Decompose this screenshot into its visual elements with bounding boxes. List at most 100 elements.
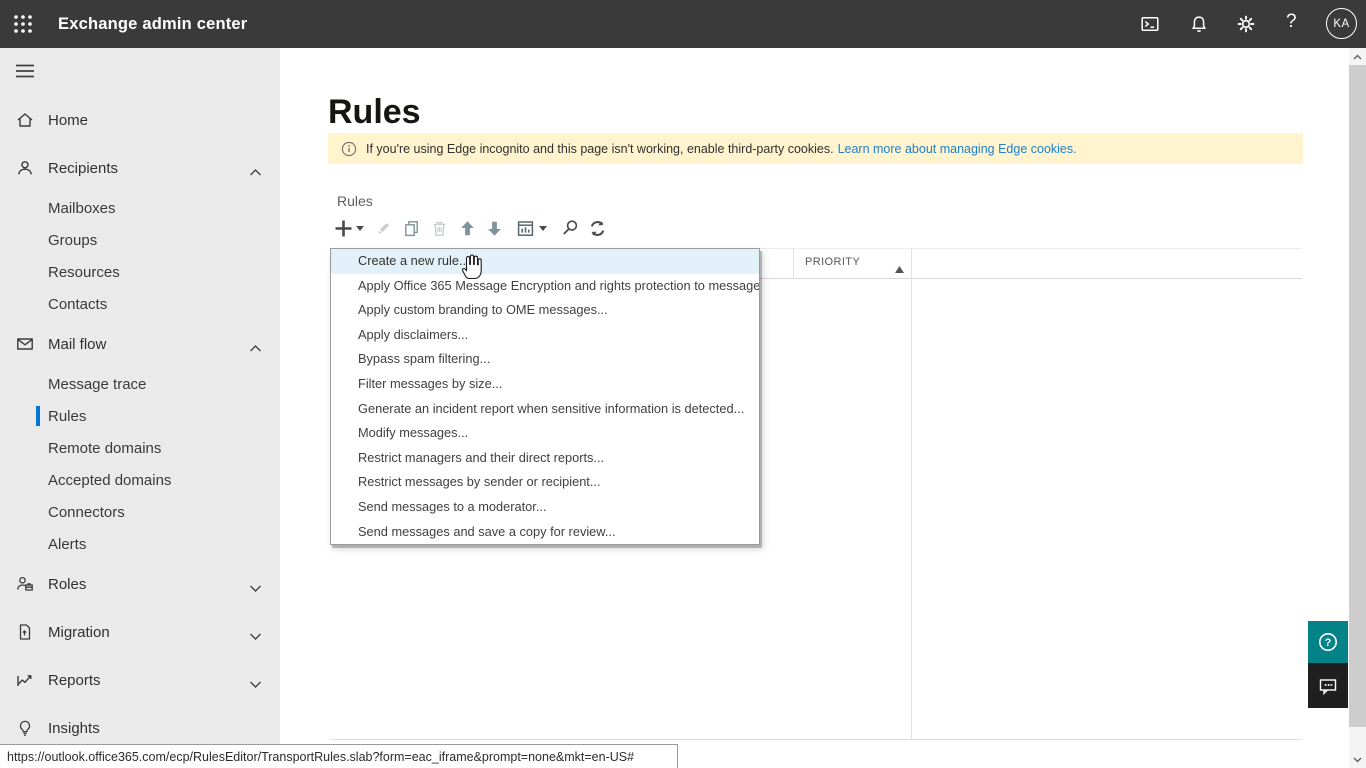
sidebar-item-rules[interactable]: Rules xyxy=(0,400,280,432)
help-floating-button[interactable]: ? xyxy=(1308,621,1348,663)
chevron-down-icon xyxy=(249,580,262,592)
sidebar-item-contacts[interactable]: Contacts xyxy=(0,288,280,320)
sidebar-item-message-trace[interactable]: Message trace xyxy=(0,368,280,400)
page-title: Rules xyxy=(328,92,421,131)
vertical-scrollbar[interactable] xyxy=(1349,48,1366,768)
reports-chart-icon xyxy=(15,670,35,690)
table-column-separator xyxy=(793,249,794,278)
delete-trash-button[interactable] xyxy=(430,219,449,238)
sidebar-item-mail-flow[interactable]: Mail flow xyxy=(0,320,280,368)
sidebar-item-migration[interactable]: Migration xyxy=(0,608,280,656)
menu-item-apply-disclaimers[interactable]: Apply disclaimers... xyxy=(331,323,759,348)
priority-column-header[interactable]: PRIORITY xyxy=(805,256,860,268)
home-icon xyxy=(15,110,35,130)
sidebar-item-recipients[interactable]: Recipients xyxy=(0,144,280,192)
person-icon xyxy=(15,158,35,178)
sidebar-item-label: Mailboxes xyxy=(48,199,116,217)
scroll-down-button[interactable] xyxy=(1349,751,1366,768)
sidebar-item-label: Accepted domains xyxy=(48,471,172,489)
rule-report-box-button[interactable] xyxy=(516,219,535,238)
move-up-button[interactable] xyxy=(458,219,477,238)
new-rule-plus-button[interactable] xyxy=(334,219,353,238)
feedback-bubble-icon xyxy=(1319,678,1337,695)
menu-item-bypass-spam-filtering[interactable]: Bypass spam filtering... xyxy=(331,347,759,372)
report-dropdown-caret-icon[interactable] xyxy=(539,225,547,231)
list-title: Rules xyxy=(337,193,373,209)
scroll-up-button[interactable] xyxy=(1349,48,1366,65)
sidebar-item-accepted-domains[interactable]: Accepted domains xyxy=(0,464,280,496)
avatar[interactable]: KA xyxy=(1326,8,1357,39)
menu-item-restrict-managers-direct-reports[interactable]: Restrict managers and their direct repor… xyxy=(331,446,759,471)
sidebar-item-roles[interactable]: Roles xyxy=(0,560,280,608)
sidebar-item-label: Rules xyxy=(48,407,87,425)
topbar: Exchange admin center ? KA xyxy=(0,0,1366,48)
sidebar-item-label: Recipients xyxy=(48,159,119,177)
sidebar-item-label: Migration xyxy=(48,623,110,641)
sidebar-item-connectors[interactable]: Connectors xyxy=(0,496,280,528)
sidebar-item-label: Alerts xyxy=(48,535,87,553)
menu-item-restrict-by-sender-recipient[interactable]: Restrict messages by sender or recipient… xyxy=(331,470,759,495)
powershell-terminal-icon[interactable] xyxy=(1140,14,1160,34)
sidebar-item-label: Mail flow xyxy=(48,335,107,353)
sidebar-item-label: Home xyxy=(48,111,89,129)
menu-item-generate-incident-report[interactable]: Generate an incident report when sensiti… xyxy=(331,397,759,422)
new-rule-dropdown-caret-icon[interactable] xyxy=(356,225,364,231)
sidebar-item-label: Connectors xyxy=(48,503,125,521)
table-bottom-border xyxy=(330,739,1302,740)
sidebar-item-label: Insights xyxy=(48,719,100,737)
menu-item-modify-messages[interactable]: Modify messages... xyxy=(331,421,759,446)
menu-item-filter-messages-by-size[interactable]: Filter messages by size... xyxy=(331,372,759,397)
help-glyph: ? xyxy=(1325,637,1332,649)
sidebar-item-label: Resources xyxy=(48,263,120,281)
chevron-down-icon xyxy=(249,676,262,688)
edit-pencil-button[interactable] xyxy=(374,219,393,238)
info-icon xyxy=(341,141,357,157)
migration-page-icon xyxy=(15,622,35,642)
left-nav: Home Recipients Mailboxes Groups Resourc… xyxy=(0,48,280,768)
waffle-grid-icon xyxy=(14,15,32,33)
nav-collapse-row xyxy=(0,48,280,96)
sort-ascending-icon xyxy=(895,260,904,278)
info-banner: If you're using Edge incognito and this … xyxy=(328,133,1303,164)
menu-item-send-and-save-copy[interactable]: Send messages and save a copy for review… xyxy=(331,520,759,545)
sidebar-item-remote-domains[interactable]: Remote domains xyxy=(0,432,280,464)
search-icon[interactable] xyxy=(560,218,580,238)
lightbulb-icon xyxy=(15,718,35,738)
sidebar-item-resources[interactable]: Resources xyxy=(0,256,280,288)
sidebar-item-label: Groups xyxy=(48,231,98,249)
new-rule-dropdown-menu: Create a new rule... Apply Office 365 Me… xyxy=(330,248,760,546)
menu-item-create-new-rule[interactable]: Create a new rule... xyxy=(331,249,759,274)
menu-item-apply-custom-branding[interactable]: Apply custom branding to OME messages... xyxy=(331,298,759,323)
sidebar-item-label: Remote domains xyxy=(48,439,162,457)
sidebar-item-reports[interactable]: Reports xyxy=(0,656,280,704)
scrollbar-thumb[interactable] xyxy=(1349,65,1366,727)
sidebar-item-alerts[interactable]: Alerts xyxy=(0,528,280,560)
sidebar-item-groups[interactable]: Groups xyxy=(0,224,280,256)
sidebar-item-label: Message trace xyxy=(48,375,147,393)
envelope-icon xyxy=(15,334,35,354)
copy-button[interactable] xyxy=(402,219,421,238)
chevron-up-icon xyxy=(249,340,262,352)
menu-item-send-to-moderator[interactable]: Send messages to a moderator... xyxy=(331,495,759,520)
feedback-floating-button[interactable] xyxy=(1308,663,1348,708)
app-title: Exchange admin center xyxy=(58,15,248,33)
refresh-icon[interactable] xyxy=(588,219,607,238)
sidebar-item-mailboxes[interactable]: Mailboxes xyxy=(0,192,280,224)
banner-text: If you're using Edge incognito and this … xyxy=(366,141,834,156)
hamburger-icon[interactable] xyxy=(16,64,34,78)
app-launcher-icon[interactable] xyxy=(12,13,34,35)
move-down-button[interactable] xyxy=(485,219,504,238)
status-url: https://outlook.office365.com/ecp/RulesE… xyxy=(7,749,635,764)
chevron-up-icon xyxy=(249,164,262,176)
sidebar-item-home[interactable]: Home xyxy=(0,96,280,144)
notifications-bell-icon[interactable] xyxy=(1189,14,1209,34)
selected-indicator xyxy=(36,406,40,426)
settings-gear-icon[interactable] xyxy=(1236,14,1256,34)
banner-learn-more-link[interactable]: Learn more about managing Edge cookies. xyxy=(838,142,1077,156)
help-icon[interactable]: ? xyxy=(1286,11,1297,33)
sidebar-item-label: Contacts xyxy=(48,295,108,313)
rules-toolbar xyxy=(334,214,607,242)
roles-person-badge-icon xyxy=(15,574,35,594)
table-column-separator xyxy=(911,249,912,739)
menu-item-apply-ome-encryption[interactable]: Apply Office 365 Message Encryption and … xyxy=(331,274,759,299)
